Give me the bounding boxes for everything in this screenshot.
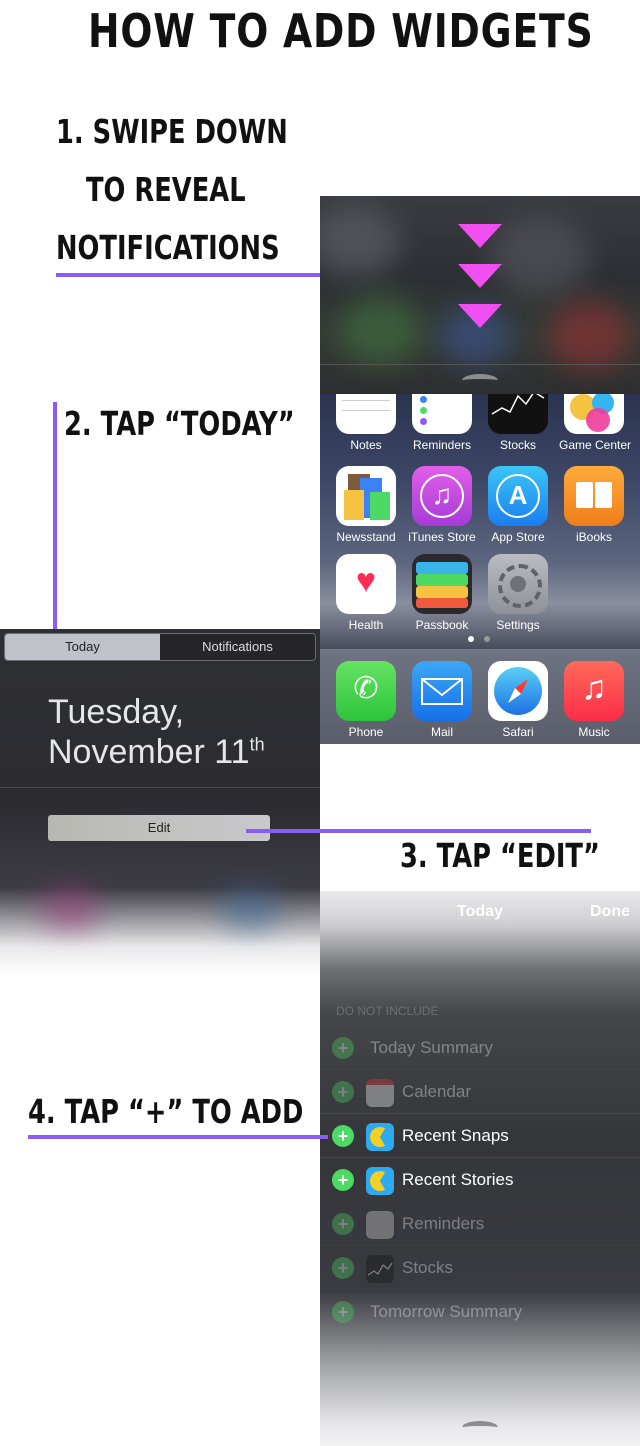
page-title: HOW TO ADD WIDGETS (88, 4, 594, 58)
reminders-icon (412, 394, 472, 434)
app-health[interactable]: ♥ Health (331, 554, 401, 632)
date-line-1: Tuesday, (48, 693, 185, 731)
page-dot-active (468, 636, 474, 642)
widget-row-tomorrow-summary[interactable]: + Tomorrow Summary (320, 1289, 640, 1334)
app-app-store[interactable]: A App Store (483, 466, 553, 544)
app-game-center[interactable]: Game Center (559, 394, 631, 452)
step-4-pointer-line (28, 1135, 328, 1139)
stocks-icon (488, 394, 548, 434)
dock-phone[interactable]: ✆ Phone (331, 661, 401, 739)
edit-widgets-screen: Today Done DO NOT INCLUDE + Today Summar… (320, 891, 640, 1446)
widget-row-calendar[interactable]: + Calendar (320, 1069, 640, 1114)
swipe-down-arrow-icon (458, 224, 502, 248)
dock-music[interactable]: ♫ Music (559, 661, 629, 739)
app-passbook[interactable]: Passbook (407, 554, 477, 632)
widget-row-recent-snaps[interactable]: + Recent Snaps (320, 1113, 640, 1158)
step-1-line-3: NOTIFICATIONS (56, 228, 280, 267)
widget-row-recent-stories[interactable]: + Recent Stories (320, 1157, 640, 1202)
music-icon: ♫ (564, 661, 624, 721)
add-plus-icon[interactable]: + (332, 1081, 354, 1103)
today-panel: Today Notifications Tuesday, November 11… (0, 629, 320, 974)
pacman-icon (366, 1167, 394, 1195)
pacman-icon (366, 1123, 394, 1151)
done-button[interactable]: Done (590, 903, 630, 921)
app-settings[interactable]: Settings (483, 554, 553, 632)
app-ibooks[interactable]: iBooks (559, 466, 629, 544)
today-notifications-segmented-control: Today Notifications (4, 633, 316, 661)
app-notes[interactable]: Notes (331, 394, 401, 452)
widget-row-today-summary[interactable]: + Today Summary (320, 1025, 640, 1070)
step-2-label: 2. TAP “TODAY” (64, 404, 295, 443)
phone-icon: ✆ (336, 661, 396, 721)
dock-mail[interactable]: Mail (407, 661, 477, 739)
game-center-icon (564, 394, 624, 434)
dock-safari[interactable]: Safari (483, 661, 553, 739)
edit-button[interactable]: Edit (48, 815, 270, 841)
tab-notifications[interactable]: Notifications (160, 634, 315, 660)
step-3-pointer-line (246, 829, 591, 833)
calendar-icon (366, 1079, 394, 1107)
health-icon: ♥ (336, 554, 396, 614)
add-plus-icon[interactable]: + (332, 1213, 354, 1235)
dock: ✆ Phone Mail Safari ♫ Music (320, 649, 640, 744)
itunes-store-icon: ♫ (412, 466, 472, 526)
ibooks-icon (564, 466, 624, 526)
passbook-icon (412, 554, 472, 614)
mail-icon (412, 661, 472, 721)
step-2-pointer-line (53, 402, 57, 652)
app-reminders[interactable]: Reminders (407, 394, 477, 452)
add-plus-icon[interactable]: + (332, 1037, 354, 1059)
safari-icon (488, 661, 548, 721)
step-1-line-2: TO REVEAL (86, 170, 246, 209)
add-plus-icon[interactable]: + (332, 1125, 354, 1147)
widget-row-reminders[interactable]: + Reminders (320, 1201, 640, 1246)
add-plus-icon[interactable]: + (332, 1257, 354, 1279)
notification-pull-panel[interactable] (320, 196, 640, 394)
widget-row-stocks[interactable]: + Stocks (320, 1245, 640, 1290)
settings-icon (488, 554, 548, 614)
app-newsstand[interactable]: Newsstand (331, 466, 401, 544)
notes-icon (336, 394, 396, 434)
add-plus-icon[interactable]: + (332, 1169, 354, 1191)
step-1-line-1: 1. SWIPE DOWN (56, 112, 288, 151)
step-4-label: 4. TAP “+” TO ADD (28, 1092, 304, 1131)
app-stocks[interactable]: Stocks (483, 394, 553, 452)
section-header: DO NOT INCLUDE (336, 1004, 439, 1018)
grabber-handle-icon[interactable] (462, 374, 498, 387)
app-itunes-store[interactable]: ♫ iTunes Store (407, 466, 477, 544)
newsstand-icon (336, 466, 396, 526)
add-plus-icon[interactable]: + (332, 1301, 354, 1323)
swipe-down-arrow-icon (458, 264, 502, 288)
page-dot (484, 636, 490, 642)
swipe-down-arrow-icon (458, 304, 502, 328)
stocks-icon (366, 1255, 394, 1283)
grabber-handle-icon[interactable] (462, 1421, 498, 1434)
tab-today[interactable]: Today (5, 634, 160, 660)
date-line-2: November 11th (48, 733, 265, 771)
reminders-icon (366, 1211, 394, 1239)
step-3-label: 3. TAP “EDIT” (400, 836, 600, 875)
app-store-icon: A (488, 466, 548, 526)
home-screen: Notes Reminders Stocks Game Center Newss… (320, 394, 640, 744)
